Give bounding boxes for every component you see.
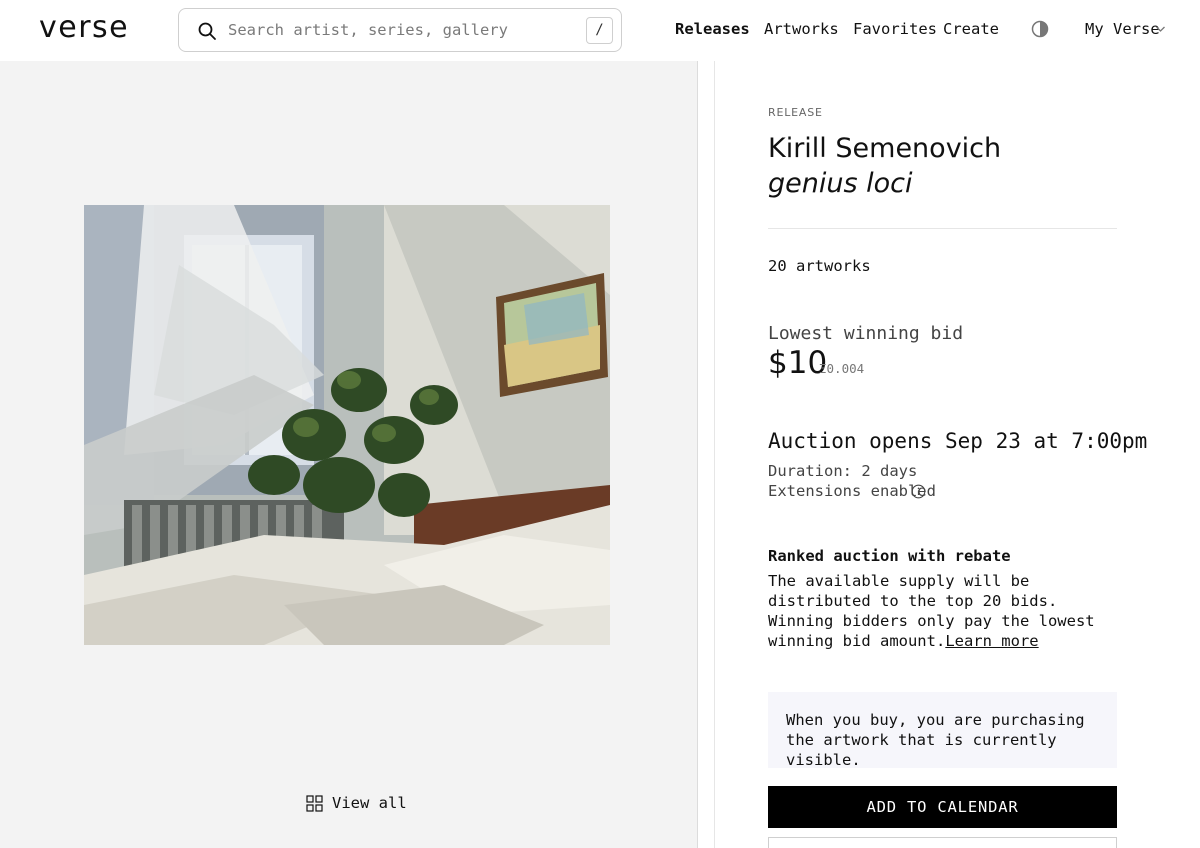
info-icon[interactable] (911, 484, 926, 499)
artwork-illustration (84, 205, 610, 645)
artwork-count: 20 artworks (768, 257, 871, 275)
release-kicker: RELEASE (768, 106, 823, 119)
view-all-label: View all (332, 794, 407, 812)
search-shortcut-key: / (586, 17, 613, 44)
series-title: genius loci (768, 168, 913, 199)
secondary-button[interactable] (768, 837, 1117, 848)
my-verse-menu[interactable]: My Verse (1085, 20, 1160, 38)
nav-create[interactable]: Create (943, 20, 999, 38)
add-to-calendar-button[interactable]: ADD TO CALENDAR (768, 786, 1117, 828)
nav-releases[interactable]: Releases (675, 20, 750, 38)
verse-logo[interactable]: verse (39, 10, 129, 45)
panel-divider (714, 61, 715, 848)
ranked-auction-title: Ranked auction with rebate (768, 547, 1011, 565)
artwork-panel: View all (0, 61, 698, 848)
search-input[interactable] (228, 18, 558, 42)
nav-artworks[interactable]: Artworks (764, 20, 839, 38)
auction-open-time: Auction opens Sep 23 at 7:00pm (768, 429, 1148, 453)
search-bar[interactable]: / (178, 8, 622, 52)
nav-favorites[interactable]: Favorites (853, 20, 937, 38)
top-header: verse / Releases Artworks Favorites Crea… (0, 0, 1200, 61)
search-icon (198, 22, 216, 40)
section-divider (768, 228, 1117, 229)
chevron-down-icon[interactable] (1155, 24, 1166, 34)
auction-duration: Duration: 2 days (768, 462, 918, 480)
purchase-notice: When you buy, you are purchasing the art… (768, 692, 1117, 769)
artwork-image[interactable] (84, 205, 610, 645)
bid-label: Lowest winning bid (768, 323, 964, 344)
grid-icon (306, 795, 323, 812)
learn-more-link[interactable]: Learn more (945, 632, 1038, 650)
ranked-auction-text: The available supply will be distributed… (768, 572, 1095, 650)
bid-eth-value: Ξ0.004 (819, 361, 865, 376)
artist-name[interactable]: Kirill Semenovich (768, 133, 1001, 164)
theme-toggle-icon[interactable] (1031, 20, 1049, 38)
ranked-auction-description: The available supply will be distributed… (768, 571, 1118, 651)
